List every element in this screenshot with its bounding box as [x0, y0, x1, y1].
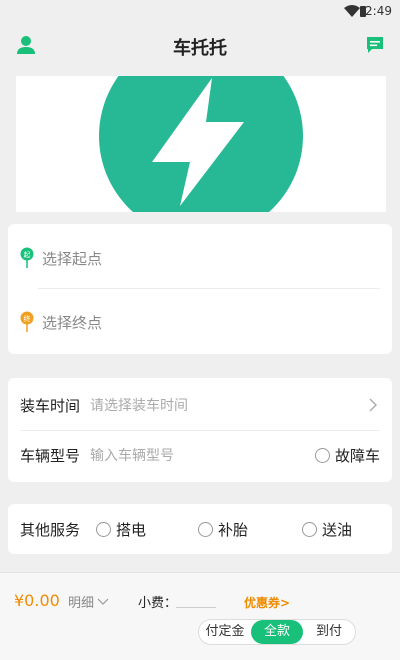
- lightning-logo-icon: [99, 76, 303, 212]
- start-location-row[interactable]: 起 选择起点: [20, 230, 380, 286]
- broken-vehicle-label: 故障车: [334, 446, 380, 465]
- radio-circle: [198, 522, 213, 537]
- coupon-link[interactable]: 优惠券>: [244, 594, 290, 611]
- end-pin-icon: 终: [20, 311, 34, 332]
- route-divider: [38, 288, 380, 289]
- wifi-icon: [344, 5, 360, 17]
- start-pin-icon: 起: [20, 247, 34, 268]
- service-fuel-radio[interactable]: 送油: [302, 519, 352, 540]
- vehicle-model-label: 车辆型号: [20, 446, 81, 465]
- payment-full-option[interactable]: 全款: [251, 620, 303, 644]
- vehicle-model-input[interactable]: 输入车辆型号: [90, 445, 315, 465]
- bottom-order-bar: ¥0.00 明细 小费： 优惠券> 付定金 全款 到付: [0, 572, 400, 660]
- load-time-row[interactable]: 装车时间 请选择装车时间: [20, 380, 380, 430]
- other-services-card: 其他服务 搭电 补胎 送油: [8, 504, 392, 554]
- tip-input[interactable]: [176, 607, 216, 608]
- status-time: 2:49: [365, 4, 392, 18]
- radio-circle: [302, 522, 317, 537]
- service-option-label: 送油: [322, 521, 353, 539]
- chevron-right-icon: [369, 398, 377, 412]
- payment-deposit-option[interactable]: 付定金: [199, 620, 251, 644]
- load-time-label: 装车时间: [20, 396, 81, 415]
- broken-vehicle-radio[interactable]: 故障车: [314, 445, 380, 466]
- vehicle-model-row: 车辆型号 输入车辆型号 故障车: [20, 430, 380, 480]
- other-services-label: 其他服务: [20, 521, 81, 539]
- start-badge: 起: [24, 251, 31, 259]
- payment-type-selector: 付定金 全款 到付: [198, 619, 356, 645]
- price-detail-toggle[interactable]: 明细: [68, 592, 109, 611]
- message-icon[interactable]: [366, 36, 384, 54]
- tip-label: 小费：: [138, 596, 178, 611]
- end-location-placeholder: 选择终点: [42, 313, 103, 332]
- radio-circle: [314, 447, 330, 463]
- radio-circle: [96, 522, 111, 537]
- load-time-placeholder: 请选择装车时间: [90, 398, 188, 414]
- service-tire-radio[interactable]: 补胎: [198, 519, 248, 540]
- promo-banner[interactable]: [16, 76, 386, 212]
- route-card: 起 选择起点 终 选择终点: [8, 224, 392, 354]
- service-jumpstart-radio[interactable]: 搭电: [96, 519, 146, 540]
- total-price: ¥0.00: [14, 591, 60, 610]
- end-location-row[interactable]: 终 选择终点: [20, 294, 380, 350]
- payment-on-arrival-option[interactable]: 到付: [303, 620, 355, 644]
- service-option-label: 搭电: [116, 521, 147, 539]
- chevron-down-icon: [97, 598, 109, 605]
- end-badge: 终: [24, 314, 31, 323]
- vehicle-info-card: 装车时间 请选择装车时间 车辆型号 输入车辆型号 故障车: [8, 378, 392, 482]
- top-nav: 车托托: [0, 24, 400, 68]
- price-detail-label: 明细: [68, 596, 95, 611]
- start-location-placeholder: 选择起点: [42, 249, 103, 268]
- service-option-label: 补胎: [218, 521, 249, 539]
- status-bar: 2:49: [0, 0, 400, 24]
- page-title: 车托托: [173, 38, 227, 59]
